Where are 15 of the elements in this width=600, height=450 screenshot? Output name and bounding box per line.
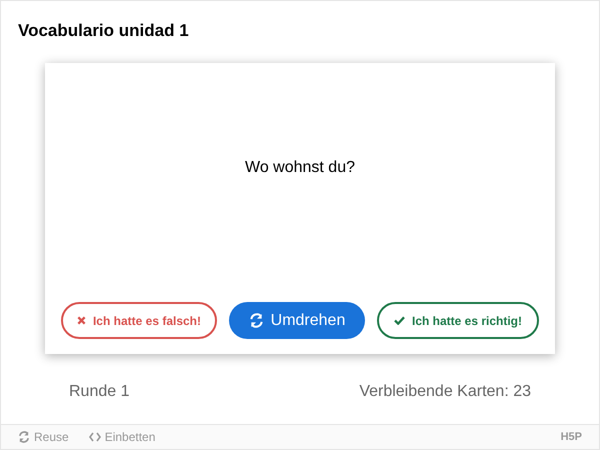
page-title: Vocabulario unidad 1 bbox=[18, 20, 189, 42]
cross-icon bbox=[76, 316, 86, 325]
flip-button[interactable]: Umdrehen bbox=[229, 302, 365, 339]
code-icon bbox=[88, 432, 101, 442]
correct-button[interactable]: Ich hatte es richtig! bbox=[377, 302, 539, 339]
embed-link[interactable]: Einbetten bbox=[88, 428, 156, 446]
refresh-icon bbox=[248, 313, 264, 328]
logo: H5P bbox=[560, 430, 582, 445]
refresh-icon bbox=[18, 431, 30, 443]
remaining-cards: Verbleibende Karten: 23 bbox=[359, 380, 531, 404]
reuse-link[interactable]: Reuse bbox=[18, 428, 69, 446]
card-text: Wo wohnst du? bbox=[245, 158, 355, 178]
check-icon bbox=[394, 316, 405, 325]
round-label: Runde 1 bbox=[69, 382, 130, 402]
wrong-button[interactable]: Ich hatte es falsch! bbox=[61, 302, 217, 339]
